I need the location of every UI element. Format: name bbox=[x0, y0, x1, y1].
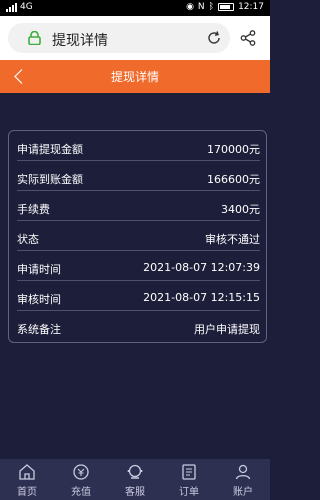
address-bar[interactable]: 提现详情 bbox=[8, 23, 230, 53]
support-icon bbox=[127, 464, 143, 479]
recharge-icon bbox=[73, 464, 89, 480]
account-icon bbox=[235, 464, 251, 480]
detail-label: 审核时间 bbox=[17, 293, 61, 306]
home-icon bbox=[19, 464, 35, 480]
detail-value: 2021-08-07 12:15:15 bbox=[143, 291, 260, 304]
detail-row-remark: 系统备注 用户申请提现 bbox=[17, 311, 260, 341]
nav-orders[interactable]: 订单 bbox=[162, 459, 216, 500]
detail-label: 申请时间 bbox=[17, 263, 61, 276]
bluetooth-icon: ᛒ bbox=[208, 2, 215, 12]
status-left: 4G bbox=[6, 2, 33, 12]
nav-label: 订单 bbox=[179, 487, 199, 498]
reload-icon[interactable] bbox=[206, 30, 222, 46]
eye-icon: ◉ bbox=[186, 2, 194, 12]
withdrawal-detail-card: 申请提现金额 170000元 实际到账金额 166600元 手续费 3400元 … bbox=[8, 130, 267, 343]
detail-row-fee: 手续费 3400元 bbox=[17, 191, 260, 221]
detail-label: 实际到账金额 bbox=[17, 173, 83, 186]
nav-account[interactable]: 账户 bbox=[216, 459, 270, 500]
status-time: 12:17 bbox=[238, 2, 264, 12]
share-icon[interactable] bbox=[240, 30, 256, 46]
status-badge: 审核不通过 bbox=[205, 233, 260, 246]
detail-label: 申请提现金额 bbox=[17, 143, 83, 156]
page-header: 提现详情 bbox=[0, 60, 270, 93]
nav-recharge[interactable]: 充值 bbox=[54, 459, 108, 500]
detail-value: 用户申请提现 bbox=[194, 323, 260, 336]
lock-icon bbox=[28, 31, 41, 45]
nav-home[interactable]: 首页 bbox=[0, 459, 54, 500]
network-badge: 4G bbox=[20, 2, 33, 12]
detail-label: 状态 bbox=[17, 233, 39, 246]
page-title: 提现详情 bbox=[110, 70, 159, 84]
url-title: 提现详情 bbox=[52, 33, 108, 49]
nav-label: 充值 bbox=[71, 487, 91, 498]
bottom-nav: 首页 充值 客服 订单 账户 bbox=[0, 459, 270, 500]
nav-label: 首页 bbox=[17, 487, 37, 498]
status-bar: 4G ◉ N ᛒ 12:17 bbox=[0, 0, 270, 16]
detail-value: 166600元 bbox=[207, 173, 260, 186]
detail-row-status: 状态 审核不通过 bbox=[17, 221, 260, 251]
nav-label: 客服 bbox=[125, 487, 145, 498]
detail-row-review-time: 审核时间 2021-08-07 12:15:15 bbox=[17, 281, 260, 311]
detail-row-apply-amount: 申请提现金额 170000元 bbox=[17, 131, 260, 161]
detail-label: 系统备注 bbox=[17, 323, 61, 336]
detail-row-actual-amount: 实际到账金额 166600元 bbox=[17, 161, 260, 191]
nav-support[interactable]: 客服 bbox=[108, 459, 162, 500]
detail-label: 手续费 bbox=[17, 203, 50, 216]
detail-row-apply-time: 申请时间 2021-08-07 12:07:39 bbox=[17, 251, 260, 281]
nav-label: 账户 bbox=[233, 487, 253, 498]
browser-bar: 提现详情 bbox=[0, 16, 270, 60]
signal-icon bbox=[6, 2, 17, 12]
orders-icon bbox=[182, 464, 196, 480]
battery-icon bbox=[218, 3, 235, 11]
nfc-icon: N bbox=[197, 2, 205, 12]
status-right: ◉ N ᛒ 12:17 bbox=[186, 2, 264, 12]
detail-value: 170000元 bbox=[207, 143, 260, 156]
detail-value: 2021-08-07 12:07:39 bbox=[143, 261, 260, 274]
detail-value: 3400元 bbox=[221, 203, 260, 216]
